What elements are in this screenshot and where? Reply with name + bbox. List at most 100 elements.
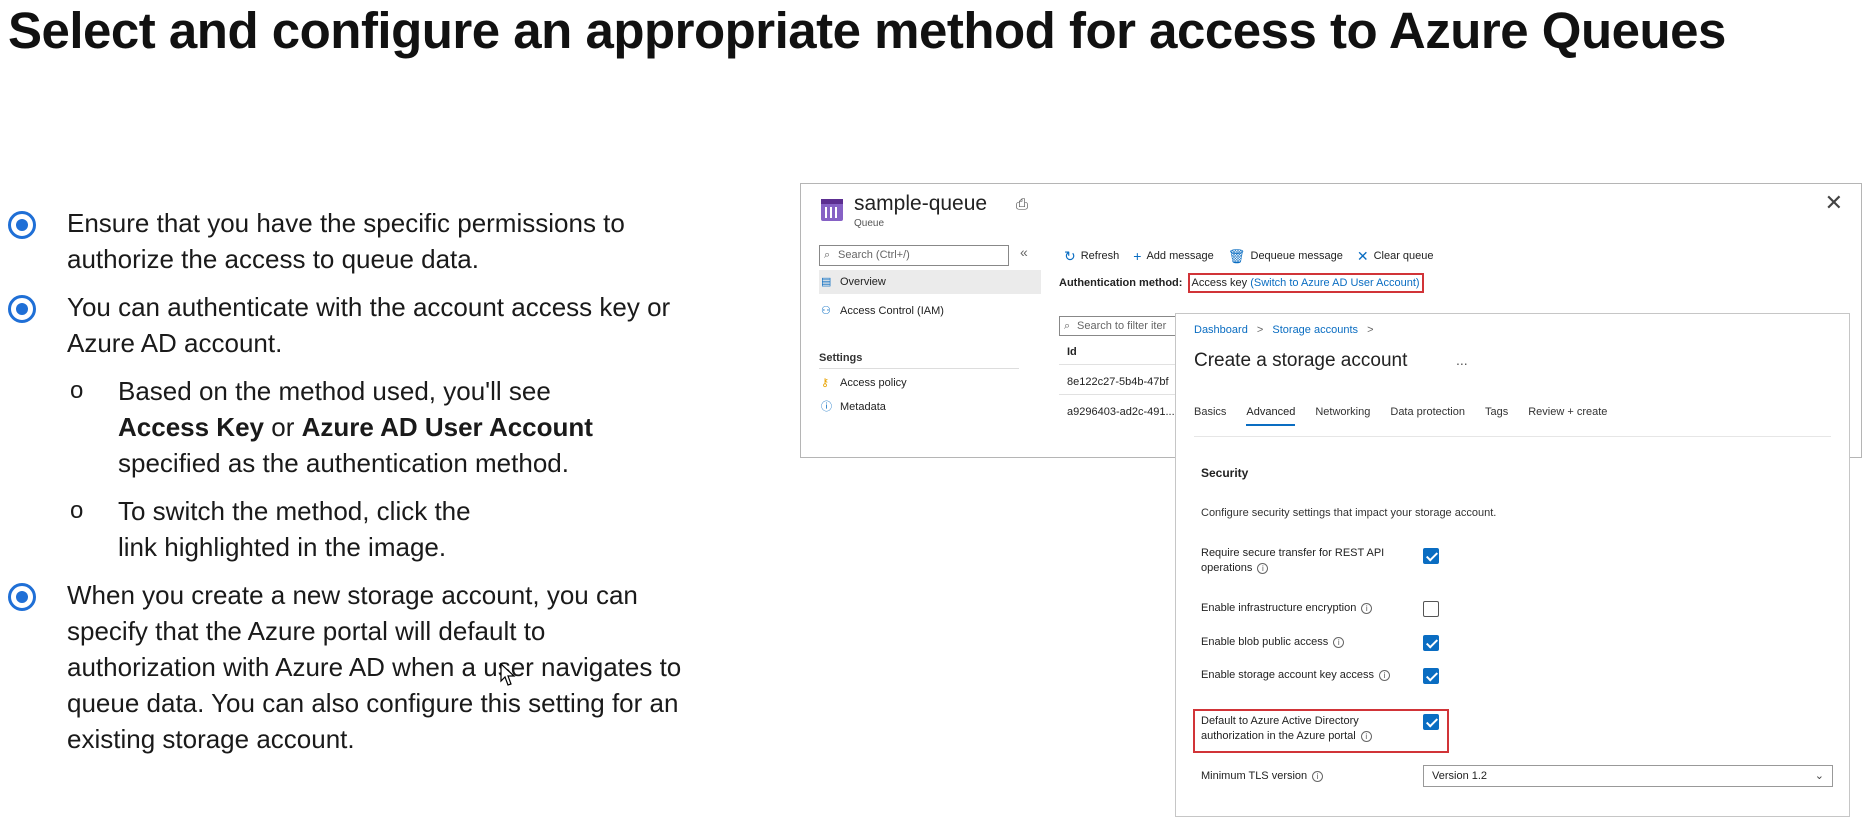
message-search-input[interactable]: ⌕ Search to filter iter (1059, 316, 1179, 336)
secure-transfer-checkbox[interactable] (1423, 548, 1439, 564)
queue-icon (821, 199, 843, 221)
print-icon[interactable]: ⎙ (1016, 196, 1028, 213)
infrastructure-encryption-checkbox[interactable] (1423, 601, 1439, 617)
mouse-cursor-icon (500, 663, 516, 686)
breadcrumb-storage-accounts-link[interactable]: Storage accounts (1272, 324, 1358, 336)
dequeue-message-button[interactable]: 🗑 Dequeue message (1228, 245, 1343, 267)
blade-subtitle: Queue (854, 218, 885, 229)
sub-bullet-marker: o (70, 497, 84, 524)
more-options-icon[interactable]: ... (1456, 352, 1468, 368)
add-message-label: Add message (1146, 250, 1214, 262)
bullet-item: You can authenticate with the account ac… (0, 289, 700, 361)
breadcrumb-separator: > (1256, 324, 1264, 336)
nav-item-access-policy[interactable]: ⚷ Access policy (819, 371, 1041, 395)
people-icon: ⚇ (821, 305, 831, 317)
sub-bullet-text: specified as the authentication method. (118, 448, 569, 478)
info-icon[interactable]: i (1257, 562, 1269, 574)
section-heading: Security (1201, 466, 1249, 480)
setting-label: Enable storage account key access i (1201, 668, 1391, 683)
radio-bullet-icon (8, 295, 36, 323)
resource-menu-search-input[interactable]: ⌕ Search (Ctrl+/) (819, 245, 1009, 266)
table-row[interactable]: a9296403-ad2c-491... (1067, 406, 1175, 418)
authentication-method-row: Authentication method: Access key (Switc… (1059, 273, 1424, 293)
search-placeholder: Search to filter iter (1077, 320, 1167, 332)
tab-basics[interactable]: Basics (1194, 406, 1226, 426)
row-divider (1059, 364, 1179, 365)
add-message-button[interactable]: + Add message (1133, 245, 1213, 267)
switch-auth-method-link[interactable]: (Switch to Azure AD User Account) (1250, 277, 1419, 289)
setting-label: Require secure transfer for REST API ope… (1201, 546, 1391, 576)
sub-bullet-marker: o (70, 377, 84, 404)
bullet-text: When you create a new storage account, y… (67, 580, 682, 754)
section-description: Configure security settings that impact … (1201, 507, 1497, 519)
refresh-label: Refresh (1080, 250, 1120, 262)
table-row[interactable]: 8e122c27-5b4b-47bf (1067, 376, 1169, 388)
default-aad-authorization-checkbox[interactable] (1423, 714, 1439, 730)
refresh-icon: ↻ (1064, 248, 1076, 264)
info-icon[interactable]: i (1312, 770, 1324, 782)
nav-item-access-control[interactable]: ⚇ Access Control (IAM) (819, 299, 1041, 323)
tab-data-protection[interactable]: Data protection (1390, 406, 1465, 426)
info-icon: ⓘ (821, 401, 832, 413)
refresh-button[interactable]: ↻ Refresh (1064, 245, 1119, 267)
tab-tags[interactable]: Tags (1485, 406, 1508, 426)
blob-public-access-checkbox[interactable] (1423, 635, 1439, 651)
bold-term-access-key: Access Key (118, 412, 264, 442)
clear-queue-button[interactable]: ✕ Clear queue (1357, 245, 1434, 267)
sub-bullet-item: o Based on the method used, you'll see A… (0, 373, 700, 481)
trash-icon: 🗑 (1227, 248, 1246, 264)
nav-item-overview[interactable]: ▤ Overview (819, 270, 1041, 294)
sub-bullet-text: or (271, 412, 295, 442)
setting-label-text: Default to Azure Active Directory author… (1201, 715, 1359, 742)
key-icon: ⚷ (821, 377, 830, 389)
nav-divider (819, 368, 1019, 369)
tls-version-select[interactable]: Version 1.2 ⌄ (1423, 765, 1833, 787)
wizard-tabs: Basics Advanced Networking Data protecti… (1194, 406, 1607, 426)
chevron-down-icon: ⌄ (1814, 770, 1824, 782)
info-icon[interactable]: i (1360, 730, 1372, 742)
setting-label: Default to Azure Active Directory author… (1201, 714, 1391, 744)
bullet-list: Ensure that you have the specific permis… (0, 205, 700, 769)
tabs-divider (1194, 436, 1831, 437)
auth-method-label: Authentication method: (1059, 277, 1183, 289)
breadcrumb-dashboard-link[interactable]: Dashboard (1194, 324, 1248, 336)
clear-queue-label: Clear queue (1373, 250, 1434, 262)
nav-item-metadata[interactable]: ⓘ Metadata (819, 395, 1041, 419)
setting-label-text: Minimum TLS version (1201, 770, 1308, 782)
sub-bullet-text: To switch the method, click the link hig… (118, 496, 471, 562)
account-key-access-checkbox[interactable] (1423, 668, 1439, 684)
bullet-text: Ensure that you have the specific permis… (67, 208, 625, 274)
tab-advanced[interactable]: Advanced (1246, 406, 1296, 426)
tab-networking[interactable]: Networking (1315, 406, 1370, 426)
plus-icon: + (1133, 248, 1142, 264)
column-header-id: Id (1067, 346, 1077, 358)
bullet-item: When you create a new storage account, y… (0, 577, 690, 757)
sub-bullet-text: Based on the method used, you'll see (118, 376, 551, 406)
radio-bullet-icon (8, 583, 36, 611)
collapse-menu-icon[interactable]: « (1020, 244, 1028, 260)
bullet-text: You can authenticate with the account ac… (67, 292, 671, 358)
info-icon[interactable]: i (1379, 669, 1391, 681)
close-icon[interactable]: ✕ (1825, 190, 1843, 216)
radio-bullet-icon (8, 211, 36, 239)
breadcrumb-separator: > (1367, 324, 1374, 336)
setting-label-text: Enable infrastructure encryption (1201, 602, 1357, 614)
tab-review-create[interactable]: Review + create (1528, 406, 1607, 426)
info-icon[interactable]: i (1333, 636, 1345, 648)
setting-label-text: Enable blob public access (1201, 636, 1329, 648)
nav-item-label: Access Control (IAM) (840, 305, 944, 317)
nav-item-label: Access policy (840, 377, 907, 389)
page-title: Create a storage account (1194, 350, 1408, 371)
nav-section-heading: Settings (819, 352, 863, 364)
bold-term-azure-ad: Azure AD User Account (301, 412, 593, 442)
setting-label-text: Require secure transfer for REST API ope… (1201, 547, 1385, 574)
search-icon: ⌕ (824, 249, 831, 261)
clear-icon: ✕ (1356, 248, 1369, 264)
info-icon[interactable]: i (1361, 602, 1373, 614)
blade-title: sample-queue (854, 192, 988, 215)
bullet-item: Ensure that you have the specific permis… (0, 205, 700, 277)
breadcrumb: Dashboard > Storage accounts > (1194, 324, 1380, 336)
search-icon: ⌕ (1064, 320, 1071, 332)
queue-toolbar: ↻ Refresh + Add message 🗑 Dequeue messag… (1064, 245, 1434, 267)
auth-method-value: Access key (1191, 277, 1248, 289)
